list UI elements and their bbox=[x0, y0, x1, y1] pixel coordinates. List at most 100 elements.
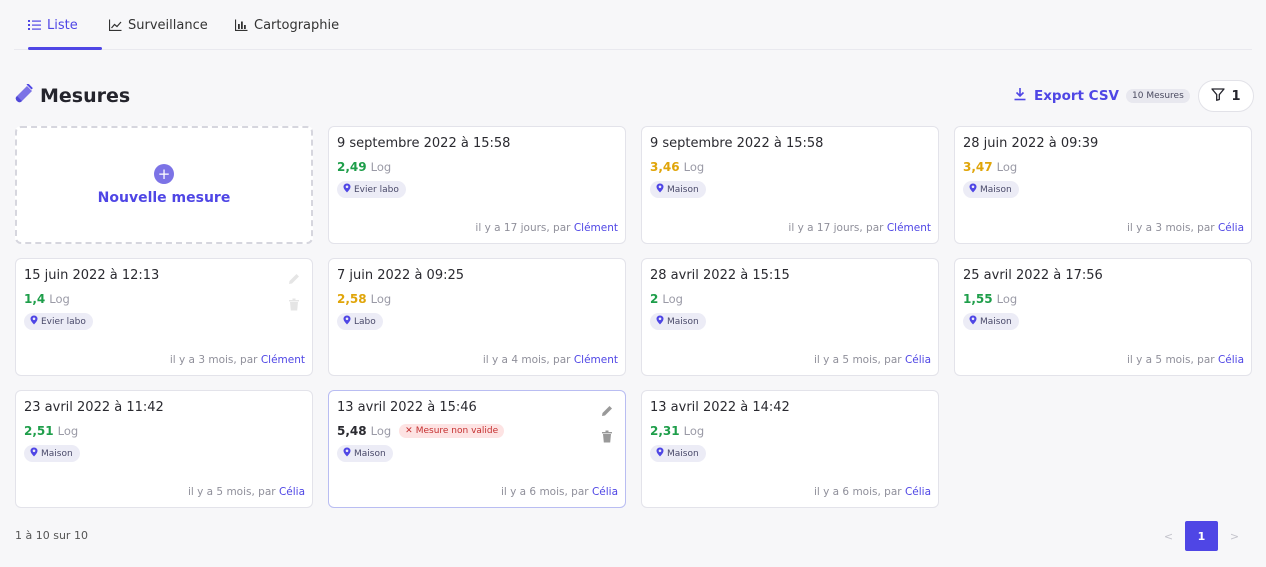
measure-author[interactable]: Célia bbox=[1218, 222, 1244, 234]
measure-card[interactable]: 15 juin 2022 à 12:13 1,4 Log Evier labo i… bbox=[15, 258, 313, 376]
new-measure-label: Nouvelle mesure bbox=[97, 190, 231, 206]
plus-icon: + bbox=[154, 164, 174, 184]
filter-button[interactable]: 1 bbox=[1198, 80, 1254, 112]
measure-author[interactable]: Clément bbox=[887, 222, 931, 234]
measures-count-badge: 10 Mesures bbox=[1126, 89, 1190, 103]
measure-date: 9 septembre 2022 à 15:58 bbox=[337, 136, 511, 151]
measure-value-row: 3,46 Log bbox=[650, 160, 704, 174]
measure-card[interactable]: 9 septembre 2022 à 15:58 2,49 Log Evier l… bbox=[328, 126, 626, 244]
pagination: < 1 > bbox=[1152, 521, 1251, 551]
measure-card[interactable]: 25 avril 2022 à 17:56 1,55 Log Maison il … bbox=[954, 258, 1252, 376]
measure-date: 23 avril 2022 à 11:42 bbox=[24, 400, 164, 415]
measure-author[interactable]: Clément bbox=[574, 354, 618, 366]
measure-value: 3,46 bbox=[650, 160, 680, 174]
trash-icon[interactable] bbox=[599, 428, 615, 444]
measure-author[interactable]: Célia bbox=[905, 486, 931, 498]
tab-label: Liste bbox=[47, 17, 78, 33]
location-badge: Maison bbox=[337, 445, 393, 462]
measure-footer: il y a 3 mois, par Clément bbox=[170, 354, 305, 366]
measure-unit: Log bbox=[683, 160, 705, 174]
map-pin-icon bbox=[656, 183, 664, 196]
measure-author[interactable]: Célia bbox=[592, 486, 618, 498]
measure-author[interactable]: Célia bbox=[1218, 354, 1244, 366]
measure-unit: Log bbox=[49, 292, 70, 306]
measure-author[interactable]: Célia bbox=[905, 354, 931, 366]
card-actions bbox=[286, 271, 302, 312]
measure-card[interactable]: 13 avril 2022 à 14:42 2,31 Log Maison il … bbox=[641, 390, 939, 508]
bar-chart-icon bbox=[235, 19, 248, 31]
download-icon bbox=[1013, 87, 1027, 105]
measure-unit: Log bbox=[662, 292, 683, 306]
measure-card[interactable]: 23 avril 2022 à 11:42 2,51 Log Maison il … bbox=[15, 390, 313, 508]
measure-value: 2 bbox=[650, 292, 659, 306]
measure-ago: il y a 5 mois, par bbox=[1126, 354, 1215, 366]
measure-date: 13 avril 2022 à 14:42 bbox=[650, 400, 790, 415]
export-csv-button[interactable]: Export CSV 10 Mesures bbox=[1013, 84, 1190, 108]
map-pin-icon bbox=[343, 183, 351, 196]
map-pin-icon bbox=[343, 315, 351, 328]
measure-unit: Log bbox=[996, 292, 1018, 306]
tab-surveillance[interactable]: Surveillance bbox=[109, 0, 208, 50]
trash-icon[interactable] bbox=[286, 296, 302, 312]
measure-ago: il y a 3 mois, par bbox=[169, 354, 258, 366]
measure-value-row: 2,49 Log bbox=[337, 160, 391, 174]
export-label: Export CSV bbox=[1034, 88, 1120, 104]
location-label: Maison bbox=[667, 184, 699, 195]
test-tube-icon bbox=[14, 83, 34, 108]
measure-author[interactable]: Clément bbox=[574, 222, 618, 234]
measure-value-row: 1,4 Log bbox=[24, 292, 70, 306]
measure-card[interactable]: 7 juin 2022 à 09:25 2,58 Log Labo il y a … bbox=[328, 258, 626, 376]
measure-footer: il y a 5 mois, par Célia bbox=[1127, 354, 1244, 366]
invalid-label: Mesure non valide bbox=[415, 426, 499, 436]
edit-icon[interactable] bbox=[286, 271, 302, 287]
location-badge: Maison bbox=[24, 445, 80, 462]
measure-card[interactable]: 28 avril 2022 à 15:15 2 Log Maison il y a… bbox=[641, 258, 939, 376]
measure-date: 13 avril 2022 à 15:46 bbox=[337, 400, 477, 415]
measure-card[interactable]: 28 juin 2022 à 09:39 3,47 Log Maison il y… bbox=[954, 126, 1252, 244]
measure-unit: Log bbox=[996, 160, 1018, 174]
measure-unit: Log bbox=[57, 424, 79, 438]
map-pin-icon bbox=[343, 447, 351, 460]
map-pin-icon bbox=[969, 183, 977, 196]
filter-icon bbox=[1211, 87, 1226, 105]
measure-unit: Log bbox=[370, 160, 392, 174]
measure-footer: il y a 17 jours, par Clément bbox=[475, 222, 618, 234]
measure-date: 15 juin 2022 à 12:13 bbox=[24, 268, 160, 283]
measure-footer: il y a 6 mois, par Célia bbox=[814, 486, 931, 498]
tab-cartographie[interactable]: Cartographie bbox=[235, 0, 339, 50]
location-label: Evier labo bbox=[354, 184, 399, 195]
measure-value-row: 5,48 Log ✕ Mesure non valide bbox=[337, 424, 505, 438]
measure-card[interactable]: 13 avril 2022 à 15:46 5,48 Log ✕ Mesure non… bbox=[328, 390, 626, 508]
map-pin-icon bbox=[656, 447, 664, 460]
pagination-range: 1 à 10 sur 10 bbox=[15, 529, 88, 542]
measure-author[interactable]: Clément bbox=[261, 354, 305, 366]
page-title: Mesures bbox=[40, 85, 131, 107]
page-button-current[interactable]: 1 bbox=[1185, 521, 1218, 551]
measure-author[interactable]: Célia bbox=[279, 486, 305, 498]
measure-value-row: 2 Log bbox=[650, 292, 683, 306]
measure-value: 5,48 bbox=[337, 424, 367, 438]
edit-icon[interactable] bbox=[599, 403, 615, 419]
tab-liste[interactable]: Liste bbox=[28, 0, 102, 50]
map-pin-icon bbox=[30, 315, 38, 328]
measure-ago: il y a 6 mois, par bbox=[500, 486, 589, 498]
invalid-badge: ✕ Mesure non valide bbox=[399, 424, 505, 438]
new-measure-card[interactable]: + Nouvelle mesure bbox=[15, 126, 313, 244]
measure-ago: il y a 3 mois, par bbox=[1126, 222, 1215, 234]
measure-ago: il y a 5 mois, par bbox=[187, 486, 276, 498]
measure-card[interactable]: 9 septembre 2022 à 15:58 3,46 Log Maison … bbox=[641, 126, 939, 244]
line-chart-icon bbox=[109, 19, 122, 31]
measure-value: 1,55 bbox=[963, 292, 993, 306]
x-icon: ✕ bbox=[405, 426, 413, 436]
measure-ago: il y a 17 jours, par bbox=[788, 222, 884, 234]
location-badge: Maison bbox=[650, 445, 706, 462]
card-actions bbox=[599, 403, 615, 444]
measure-date: 25 avril 2022 à 17:56 bbox=[963, 268, 1103, 283]
location-badge: Maison bbox=[650, 181, 706, 198]
prev-page-button[interactable]: < bbox=[1152, 521, 1185, 551]
next-page-button[interactable]: > bbox=[1218, 521, 1251, 551]
measure-date: 7 juin 2022 à 09:25 bbox=[337, 268, 465, 283]
tab-label: Surveillance bbox=[128, 17, 208, 33]
measure-ago: il y a 6 mois, par bbox=[813, 486, 902, 498]
measure-ago: il y a 17 jours, par bbox=[475, 222, 571, 234]
